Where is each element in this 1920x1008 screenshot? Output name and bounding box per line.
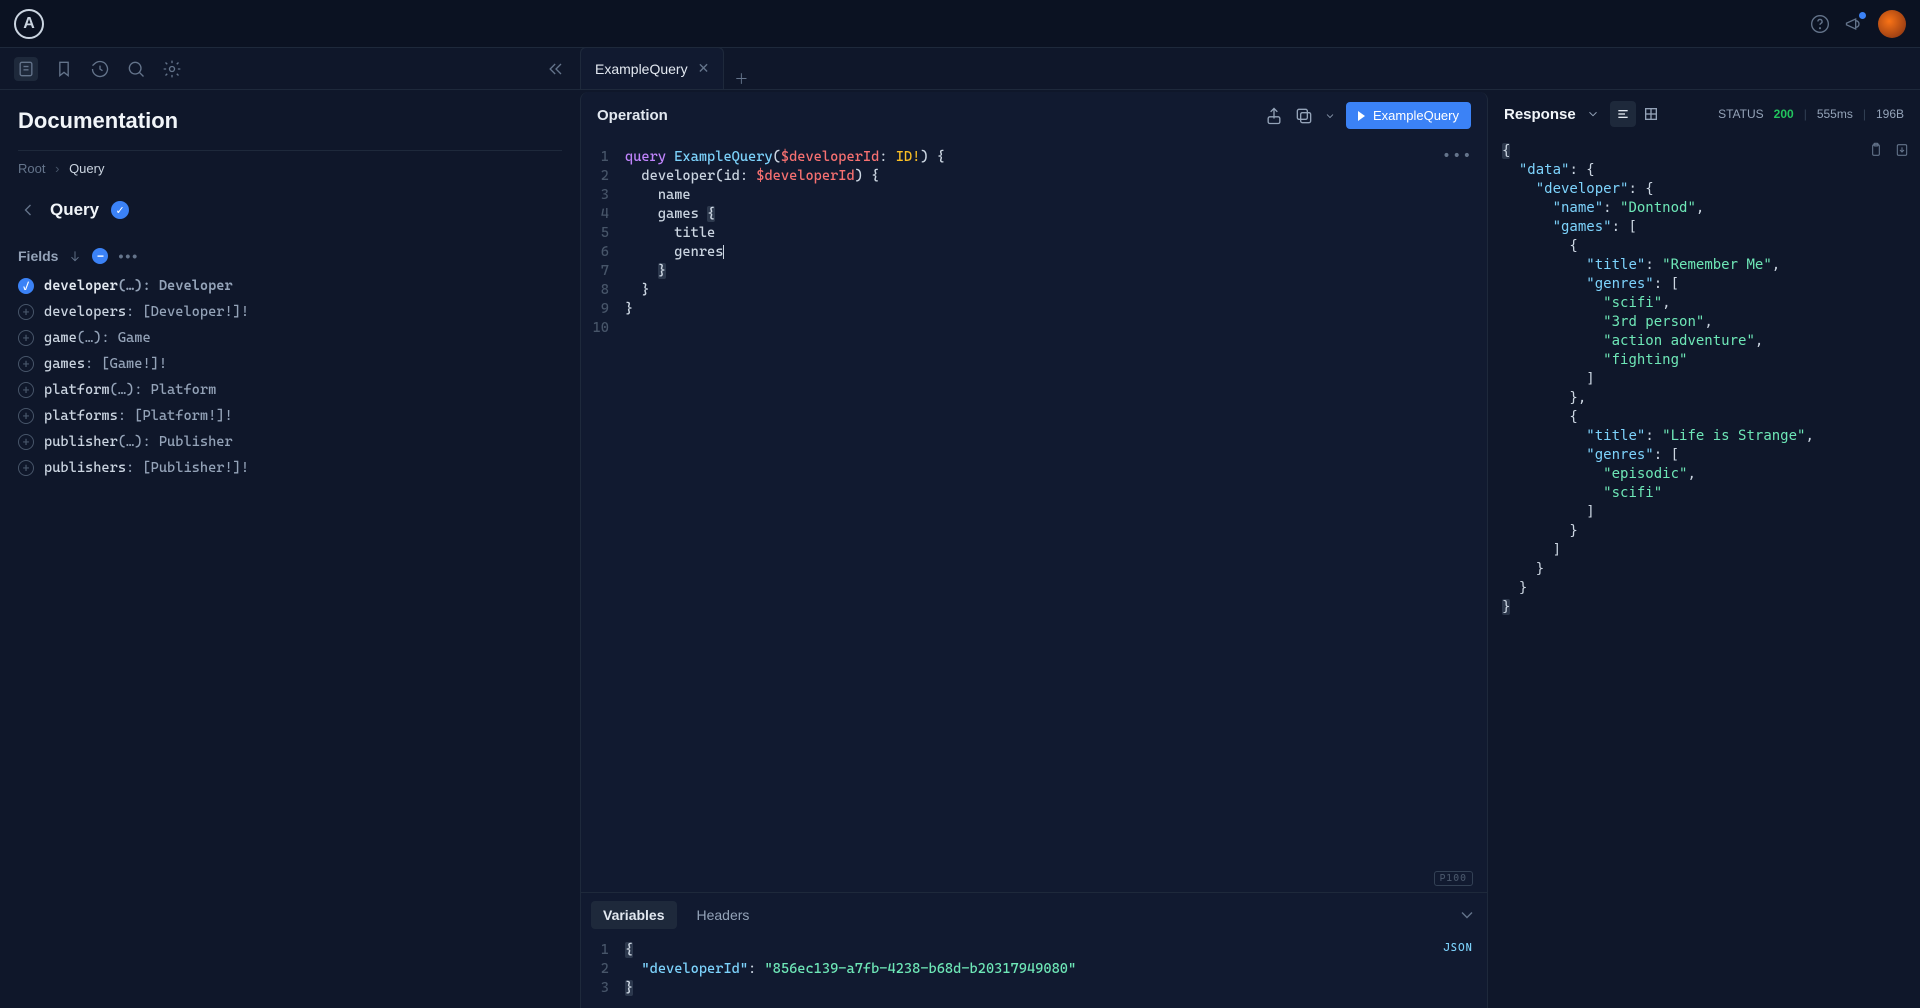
variables-editor[interactable]: JSON 1{2 "developerId": "856ec139-a7fb-4… xyxy=(581,937,1487,1008)
field-name: developer(…): Developer xyxy=(44,278,233,294)
field-row[interactable]: ✓ developer(…): Developer xyxy=(18,278,562,294)
chevron-down-icon[interactable] xyxy=(1324,106,1336,126)
download-icon[interactable] xyxy=(1894,142,1910,158)
chevron-down-icon[interactable] xyxy=(1457,905,1477,925)
sort-icon[interactable] xyxy=(68,249,82,263)
announcement-icon[interactable] xyxy=(1844,14,1864,34)
tab-label: ExampleQuery xyxy=(595,61,688,77)
chevron-right-icon: › xyxy=(55,161,59,176)
close-icon[interactable]: ✕ xyxy=(698,60,710,77)
field-name: games: [Game!]! xyxy=(44,356,167,372)
prettier-badge: P100 xyxy=(1434,871,1473,886)
divider xyxy=(18,150,562,151)
field-row[interactable]: + publisher(…): Publisher xyxy=(18,434,562,450)
plus-icon[interactable]: + xyxy=(18,330,34,346)
field-row[interactable]: + game(…): Game xyxy=(18,330,562,346)
run-label: ExampleQuery xyxy=(1373,108,1459,123)
operation-panel: Operation ExampleQuery ••• 1query Exa xyxy=(580,92,1488,1008)
response-size: 196B xyxy=(1876,107,1904,121)
add-tab-button[interactable]: ＋ xyxy=(724,69,758,89)
documentation-title: Documentation xyxy=(18,108,562,134)
view-table-icon[interactable] xyxy=(1638,101,1664,127)
field-row[interactable]: + games: [Game!]! xyxy=(18,356,562,372)
fields-header: Fields − ••• xyxy=(18,248,562,264)
response-time: 555ms xyxy=(1817,107,1853,121)
gear-icon[interactable] xyxy=(162,59,182,79)
top-bar: A xyxy=(0,0,1920,48)
apollo-logo[interactable]: A xyxy=(14,9,44,39)
plus-icon[interactable]: + xyxy=(18,434,34,450)
field-name: platforms: [Platform!]! xyxy=(44,408,233,424)
field-name: developers: [Developer!]! xyxy=(44,304,249,320)
back-icon[interactable] xyxy=(18,200,38,220)
view-json-icon[interactable] xyxy=(1610,101,1636,127)
collapse-all-icon[interactable]: − xyxy=(92,248,108,264)
avatar[interactable] xyxy=(1878,10,1906,38)
toolbar: ExampleQuery ✕ ＋ xyxy=(0,48,1920,90)
help-icon[interactable] xyxy=(1810,14,1830,34)
documentation-panel: Documentation Root › Query Query ✓ Field… xyxy=(0,90,580,1008)
page-title: Query xyxy=(50,200,99,220)
check-icon: ✓ xyxy=(111,201,129,219)
field-name: publisher(…): Publisher xyxy=(44,434,233,450)
field-name: game(…): Game xyxy=(44,330,151,346)
check-icon[interactable]: ✓ xyxy=(18,278,34,294)
response-title: Response xyxy=(1504,106,1576,123)
field-name: publishers: [Publisher!]! xyxy=(44,460,249,476)
plus-icon[interactable]: + xyxy=(18,460,34,476)
run-button[interactable]: ExampleQuery xyxy=(1346,102,1471,129)
tab-variables[interactable]: Variables xyxy=(591,901,677,929)
operation-title: Operation xyxy=(597,107,668,124)
history-icon[interactable] xyxy=(90,59,110,79)
plus-icon[interactable]: + xyxy=(18,304,34,320)
plus-icon[interactable]: + xyxy=(18,408,34,424)
breadcrumb-root[interactable]: Root xyxy=(18,161,45,176)
plus-icon[interactable]: + xyxy=(18,356,34,372)
tab-headers[interactable]: Headers xyxy=(685,901,762,929)
operation-editor[interactable]: ••• 1query ExampleQuery($developerId: ID… xyxy=(581,140,1487,892)
response-body[interactable]: { "data": { "developer": { "name": "Dont… xyxy=(1488,138,1920,1008)
search-icon[interactable] xyxy=(126,59,146,79)
collapse-sidebar-icon[interactable] xyxy=(546,59,566,79)
doc-icon[interactable] xyxy=(14,57,38,81)
more-icon[interactable]: ••• xyxy=(1442,148,1473,164)
fields-label: Fields xyxy=(18,248,58,264)
play-icon xyxy=(1358,111,1365,121)
plus-icon[interactable]: + xyxy=(18,382,34,398)
more-icon[interactable]: ••• xyxy=(118,248,139,264)
status-code: 200 xyxy=(1774,107,1794,121)
response-panel: Response STATUS 200 | 555ms | 196B xyxy=(1488,90,1920,1008)
field-row[interactable]: + publishers: [Publisher!]! xyxy=(18,460,562,476)
chevron-down-icon[interactable] xyxy=(1586,107,1600,121)
json-badge: JSON xyxy=(1443,941,1473,954)
field-name: platform(…): Platform xyxy=(44,382,216,398)
tab-examplequery[interactable]: ExampleQuery ✕ xyxy=(580,47,724,89)
copy-icon[interactable] xyxy=(1294,106,1314,126)
main-layout: Documentation Root › Query Query ✓ Field… xyxy=(0,90,1920,1008)
status-label: STATUS xyxy=(1718,107,1764,121)
share-icon[interactable] xyxy=(1264,106,1284,126)
field-list: ✓ developer(…): Developer + developers: [De… xyxy=(18,278,562,476)
clipboard-icon[interactable] xyxy=(1868,142,1884,158)
breadcrumb: Root › Query xyxy=(18,161,562,176)
field-row[interactable]: + platforms: [Platform!]! xyxy=(18,408,562,424)
breadcrumb-current: Query xyxy=(69,161,104,176)
bookmark-icon[interactable] xyxy=(54,59,74,79)
field-row[interactable]: + developers: [Developer!]! xyxy=(18,304,562,320)
field-row[interactable]: + platform(…): Platform xyxy=(18,382,562,398)
